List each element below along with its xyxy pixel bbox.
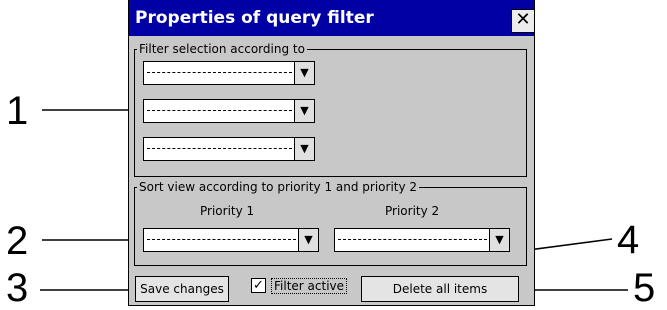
sort-priority-group: Sort view according to priority 1 and pr…: [134, 180, 527, 266]
callout-2: 2: [6, 219, 29, 263]
chevron-down-icon[interactable]: ▼: [294, 100, 314, 122]
close-icon: ✕: [515, 9, 531, 30]
filter-selection-legend: Filter selection according to: [139, 42, 305, 56]
priority-2-value: [338, 239, 487, 240]
filter-active-label: Filter active: [271, 278, 348, 294]
check-mark-icon: ✓: [253, 278, 264, 293]
filter-dropdown-3[interactable]: ▼: [143, 137, 315, 161]
callout-4: 4: [617, 218, 640, 262]
filter-dropdown-3-value: [147, 148, 292, 149]
priority-2-dropdown[interactable]: ▼: [334, 228, 510, 252]
callout-5: 5: [633, 266, 656, 310]
priority-1-value: [147, 239, 296, 240]
title-bar[interactable]: Properties of query filter ✕: [129, 0, 535, 36]
chevron-down-icon[interactable]: ▼: [489, 229, 509, 251]
dialog-title: Properties of query filter: [135, 8, 374, 28]
priority-1-label: Priority 1: [200, 204, 255, 218]
sort-priority-legend: Sort view according to priority 1 and pr…: [139, 180, 418, 194]
chevron-down-icon[interactable]: ▼: [298, 229, 318, 251]
filter-dropdown-2-value: [147, 110, 292, 111]
filter-dropdown-1[interactable]: ▼: [143, 61, 315, 85]
callout-1: 1: [6, 89, 29, 133]
chevron-down-icon[interactable]: ▼: [294, 138, 314, 160]
filter-dropdown-1-value: [147, 72, 292, 73]
close-button[interactable]: ✕: [511, 9, 535, 33]
save-changes-button[interactable]: Save changes: [135, 276, 229, 302]
query-filter-dialog: Properties of query filter ✕ Filter sele…: [128, 0, 535, 306]
filter-dropdown-2[interactable]: ▼: [143, 99, 315, 123]
priority-1-dropdown[interactable]: ▼: [143, 228, 319, 252]
checkbox-icon[interactable]: ✓: [251, 278, 266, 293]
callout-3: 3: [6, 266, 29, 310]
priority-2-label: Priority 2: [385, 204, 440, 218]
chevron-down-icon[interactable]: ▼: [294, 62, 314, 84]
filter-active-checkbox[interactable]: ✓ Filter active: [248, 275, 350, 297]
delete-all-items-button[interactable]: Delete all items: [361, 276, 519, 302]
